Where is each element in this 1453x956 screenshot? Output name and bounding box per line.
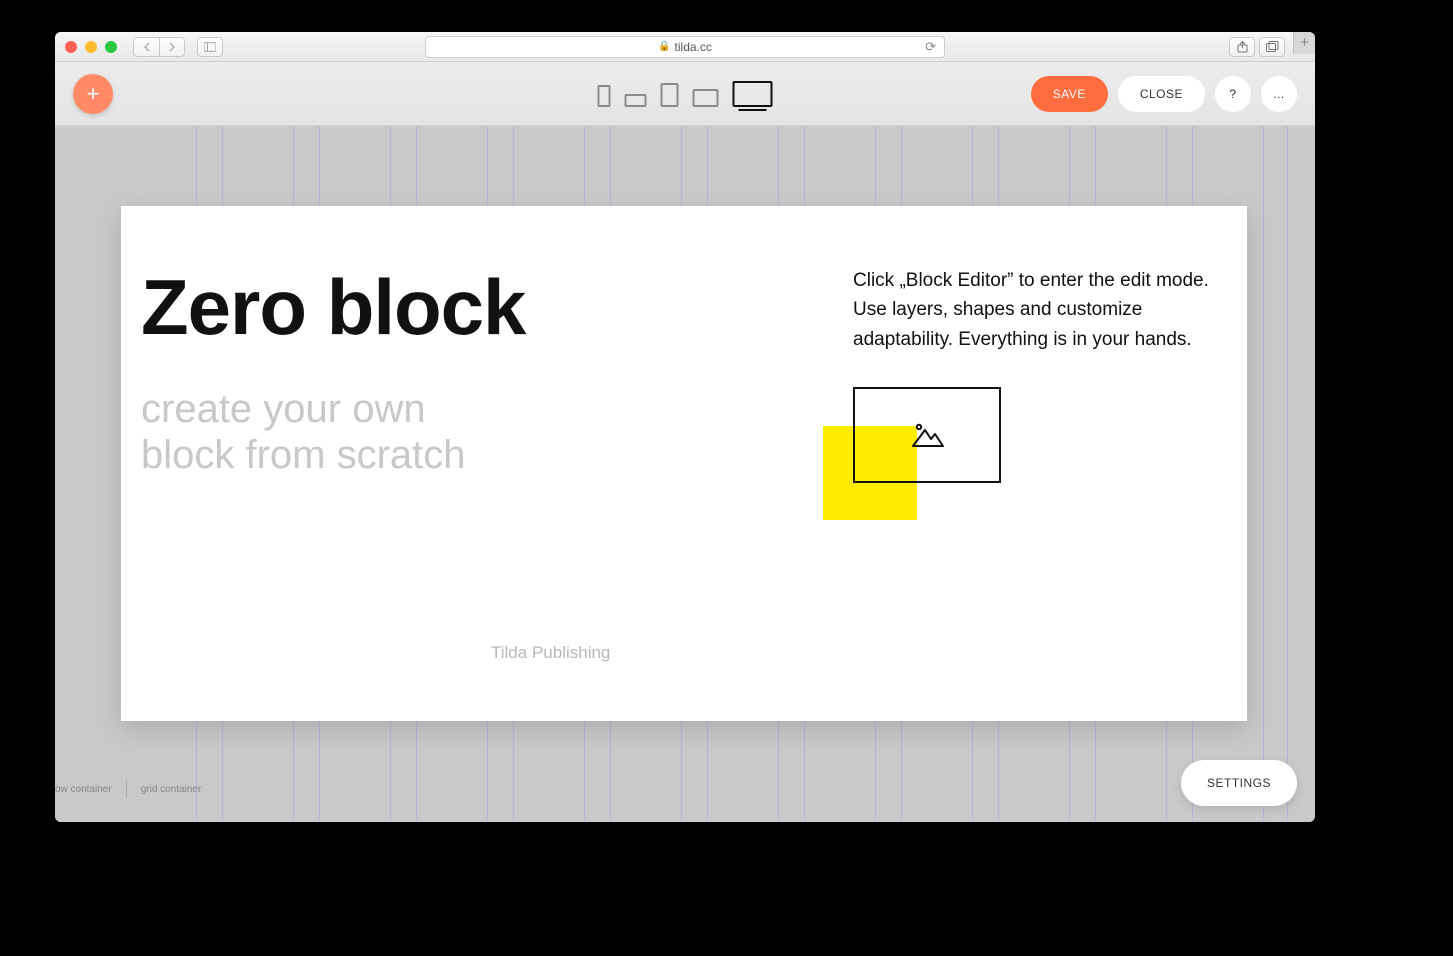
- help-button[interactable]: ?: [1215, 76, 1251, 112]
- container-hints: ow container grid container: [55, 780, 201, 798]
- device-phone-portrait[interactable]: [598, 85, 611, 107]
- page-subtitle[interactable]: create your ownblock from scratch: [141, 386, 466, 478]
- nav-buttons: [133, 37, 185, 57]
- tabs-button[interactable]: [1259, 37, 1285, 57]
- window-close-button[interactable]: [65, 41, 77, 53]
- image-placeholder[interactable]: [853, 387, 1001, 483]
- sidebar-toggle-button[interactable]: [197, 37, 223, 57]
- mountain-icon: [907, 420, 947, 450]
- window-minimize-button[interactable]: [85, 41, 97, 53]
- window-controls: [65, 41, 117, 53]
- address-bar[interactable]: 🔒 tilda.cc ⟳: [425, 36, 945, 58]
- device-tablet-landscape[interactable]: [693, 89, 719, 107]
- browser-titlebar: 🔒 tilda.cc ⟳ +: [55, 32, 1315, 62]
- close-button[interactable]: CLOSE: [1118, 76, 1205, 112]
- more-button[interactable]: ...: [1261, 76, 1297, 112]
- reload-icon[interactable]: ⟳: [925, 39, 936, 55]
- lock-icon: 🔒: [658, 41, 670, 52]
- share-button[interactable]: [1229, 37, 1255, 57]
- back-button[interactable]: [133, 37, 159, 57]
- new-tab-button[interactable]: +: [1293, 32, 1315, 54]
- app-viewport: + SAVE CLOSE ? ... Zero block create you…: [55, 62, 1315, 822]
- save-button[interactable]: SAVE: [1031, 76, 1108, 112]
- device-tablet-portrait[interactable]: [661, 83, 679, 107]
- device-phone-landscape[interactable]: [625, 94, 647, 107]
- page-description[interactable]: Click „Block Editor” to enter the edit m…: [853, 266, 1209, 354]
- credit-text[interactable]: Tilda Publishing: [491, 643, 610, 663]
- url-text: tilda.cc: [675, 40, 712, 54]
- hint-separator: [126, 780, 127, 798]
- hint-grid-container[interactable]: grid container: [141, 784, 202, 795]
- add-block-button[interactable]: +: [73, 74, 113, 114]
- browser-window: 🔒 tilda.cc ⟳ + + SAVE: [55, 32, 1315, 822]
- artboard[interactable]: Zero block create your ownblock from scr…: [121, 206, 1247, 721]
- editor-topbar: + SAVE CLOSE ? ...: [55, 62, 1315, 126]
- window-maximize-button[interactable]: [105, 41, 117, 53]
- device-desktop[interactable]: [733, 81, 773, 107]
- device-preview-switcher: [598, 81, 773, 107]
- canvas[interactable]: Zero block create your ownblock from scr…: [55, 126, 1315, 822]
- page-title[interactable]: Zero block: [141, 262, 525, 353]
- hint-window-container[interactable]: ow container: [55, 784, 112, 795]
- forward-button[interactable]: [159, 37, 185, 57]
- settings-button[interactable]: SETTINGS: [1181, 760, 1297, 806]
